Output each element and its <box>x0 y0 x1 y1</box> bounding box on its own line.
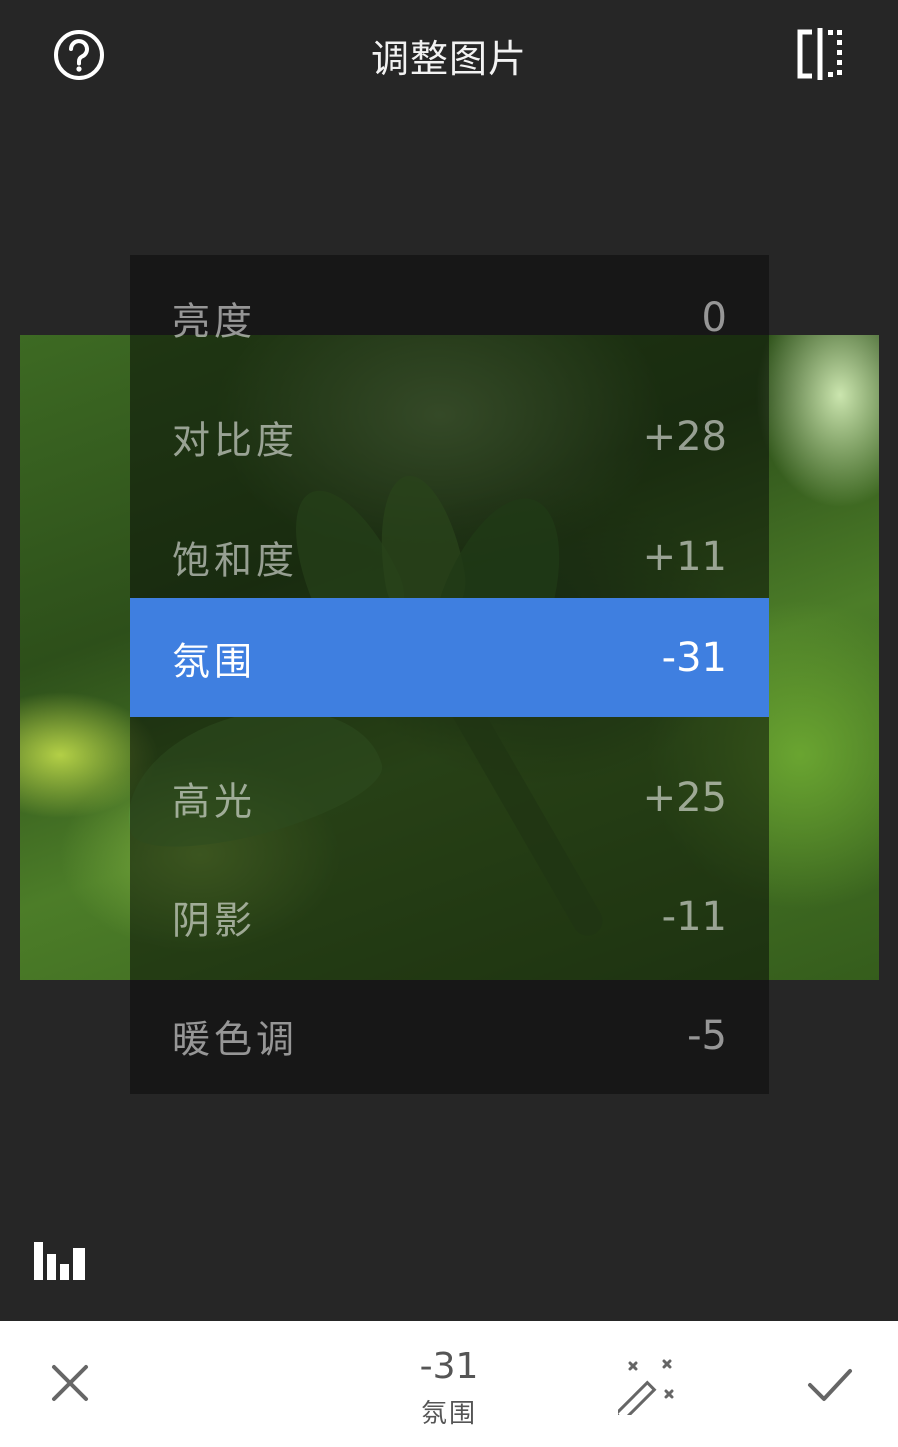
adjustment-label: 氛围 <box>172 639 257 683</box>
adjustment-item-warmth[interactable]: 暖色调 -5 <box>130 977 769 1095</box>
adjustment-item-highlights[interactable]: 高光 +25 <box>130 739 769 857</box>
histogram-button[interactable] <box>33 1240 87 1282</box>
adjustment-item-contrast[interactable]: 对比度 +28 <box>130 378 769 496</box>
adjustment-label: 高光 <box>172 779 257 824</box>
adjustment-item-ambiance[interactable]: 氛围 -31 <box>130 598 769 717</box>
adjustment-value: 0 <box>701 295 727 341</box>
adjustment-value: +11 <box>642 534 727 580</box>
compare-split-icon <box>797 28 842 80</box>
bottom-toolbar: -31 氛围 <box>0 1321 898 1447</box>
current-adjustment-readout: -31 氛围 <box>349 1349 549 1430</box>
page-title: 调整图片 <box>370 37 527 81</box>
magic-wand-icon <box>614 1359 674 1423</box>
auto-adjust-button[interactable] <box>614 1359 678 1423</box>
current-value: -31 <box>419 1346 479 1387</box>
top-bar: 调整图片 <box>0 0 898 110</box>
adjustment-value: -5 <box>687 1013 727 1059</box>
adjustment-label: 对比度 <box>172 418 299 463</box>
adjustment-menu: 亮度 0 对比度 +28 饱和度 +11 氛围 -31 高光 +25 阴影 -1… <box>130 255 769 1094</box>
adjustment-label: 亮度 <box>172 299 257 344</box>
current-adjustment-name: 氛围 <box>420 1399 477 1429</box>
apply-button[interactable] <box>806 1365 854 1405</box>
adjustment-value: -31 <box>661 634 727 681</box>
adjustment-item-shadows[interactable]: 阴影 -11 <box>130 858 769 976</box>
adjustment-value: +25 <box>642 775 727 821</box>
adjustment-label: 阴影 <box>172 898 257 943</box>
checkmark-icon <box>808 1369 852 1401</box>
adjustment-label: 饱和度 <box>172 538 299 583</box>
adjustment-value: -11 <box>661 894 727 940</box>
close-icon <box>52 1365 88 1401</box>
adjustment-label: 暖色调 <box>172 1017 299 1062</box>
adjustment-item-brightness[interactable]: 亮度 0 <box>130 259 769 377</box>
adjustment-value: +28 <box>642 414 727 460</box>
cancel-button[interactable] <box>48 1361 92 1405</box>
compare-button[interactable] <box>794 26 846 82</box>
histogram-icon <box>34 1242 85 1280</box>
